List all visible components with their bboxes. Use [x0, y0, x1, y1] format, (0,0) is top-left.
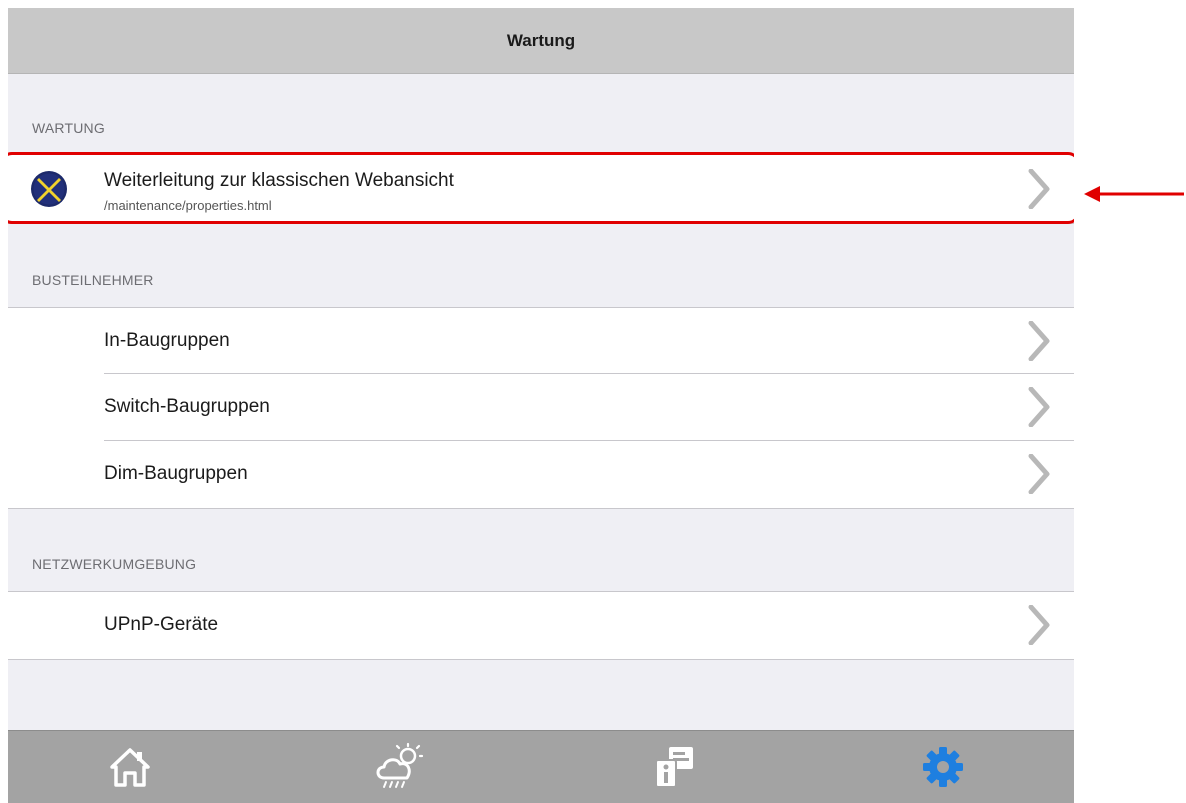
navigation-bar: Wartung [8, 8, 1074, 74]
list-item-label: Switch-Baugruppen [104, 396, 270, 417]
section-header-netzwerkumgebung: NETZWERKUMGEBUNG [32, 556, 197, 572]
tab-info[interactable] [646, 739, 702, 795]
list-item-dim-baugruppen[interactable]: Dim-Baugruppen [8, 441, 1074, 508]
list-item-label: Dim-Baugruppen [104, 463, 248, 484]
list-item-upnp-geraete[interactable]: UPnP-Geräte [8, 592, 1074, 659]
list-item-in-baugruppen[interactable]: In-Baugruppen [8, 308, 1074, 374]
group-wartung: Weiterleitung zur klassischen Webansicht… [8, 154, 1074, 224]
group-netzwerkumgebung: UPnP-Geräte [8, 591, 1074, 660]
info-display-icon [655, 747, 693, 788]
list-item-label: In-Baugruppen [104, 330, 230, 351]
chevron-right-icon [1028, 321, 1050, 361]
chevron-right-icon [1028, 454, 1050, 494]
list-item-classic-web-view[interactable]: Weiterleitung zur klassischen Webansicht… [8, 155, 1074, 223]
tab-bar [8, 730, 1074, 803]
section-header-wartung: WARTUNG [32, 120, 105, 136]
tab-home[interactable] [102, 739, 158, 795]
list-item-label: Weiterleitung zur klassischen Webansicht [104, 170, 454, 191]
tab-weather[interactable] [370, 739, 426, 795]
annotation-arrow [1084, 186, 1184, 202]
list-item-switch-baugruppen[interactable]: Switch-Baugruppen [8, 374, 1074, 441]
gear-icon [923, 747, 963, 787]
chevron-right-icon [1028, 169, 1050, 209]
chevron-right-icon [1028, 605, 1050, 645]
list-item-subtitle: /maintenance/properties.html [104, 198, 272, 213]
home-icon [110, 748, 150, 787]
page-title: Wartung [506, 30, 576, 50]
group-busteilnehmer: In-Baugruppen Switch-Baugruppen Dim-Baug… [8, 307, 1074, 509]
tab-settings[interactable] [915, 739, 971, 795]
weather-icon [376, 742, 424, 788]
list-item-label: UPnP-Geräte [104, 614, 219, 635]
cross-tools-icon [30, 170, 68, 208]
section-header-busteilnehmer: BUSTEILNEHMER [32, 272, 154, 288]
maintenance-screen: Wartung WARTUNG Weiterleitung zur klassi… [8, 8, 1074, 803]
chevron-right-icon [1028, 387, 1050, 427]
